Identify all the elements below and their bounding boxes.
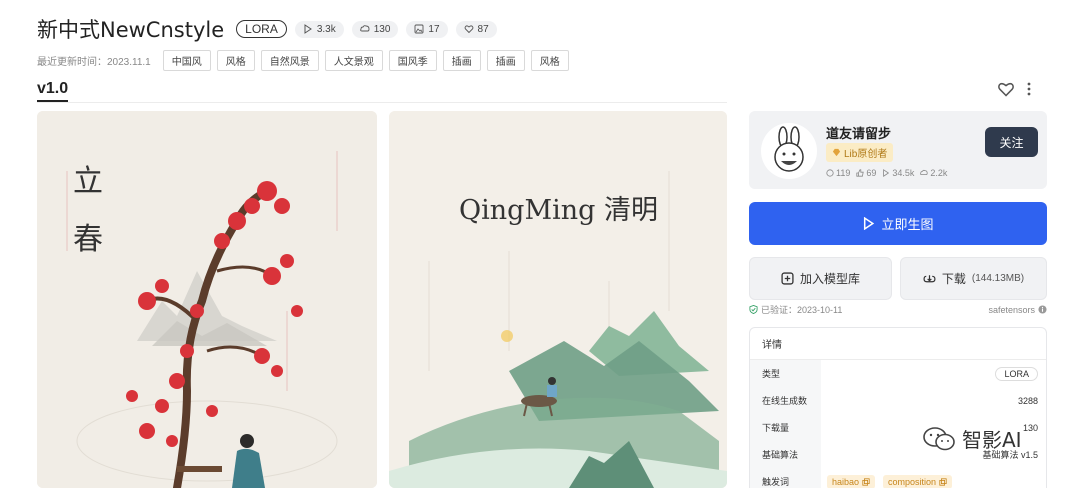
add-square-icon <box>781 272 794 285</box>
shield-check-icon <box>749 305 758 314</box>
detail-value: LORA <box>821 360 1046 387</box>
stat-downloads: 130 <box>351 20 399 38</box>
cloud-download-icon <box>920 169 929 175</box>
detail-key: 类型 <box>750 360 821 387</box>
rabbit-avatar-icon <box>774 126 804 172</box>
add-to-library-label: 加入模型库 <box>799 272 860 286</box>
divider <box>37 102 727 103</box>
author-stat-downloads: 2.2k <box>920 168 947 178</box>
title-row: 新中式NewCnstyle LORA 3.3k 130 17 87 <box>37 14 497 44</box>
more-menu-icon[interactable] <box>1026 81 1032 97</box>
version-tab[interactable]: v1.0 <box>37 80 69 102</box>
download-label: 下载 <box>941 272 966 286</box>
author-stat-models-value: 119 <box>836 168 851 178</box>
qingming-illustration: QingMing 清明 <box>389 111 727 488</box>
qingming-title: QingMing 清明 <box>459 195 658 226</box>
author-stats: 119 69 34.5k 2.2k <box>826 168 947 178</box>
heart-icon <box>464 25 473 34</box>
detail-key: 在线生成数 <box>750 387 821 414</box>
meta-row: 最近更新时间：2023.11.1 中国风 风格 自然风景 人文景观 国风季 插画… <box>37 50 569 71</box>
author-stat-likes-value: 69 <box>866 168 877 178</box>
stat-runs: 3.3k <box>294 20 344 38</box>
file-format: safetensors <box>988 303 1047 316</box>
cloud-download-icon <box>359 25 370 32</box>
trigger-words: haibao composition <box>821 468 1046 488</box>
detail-key: 触发词 <box>750 468 821 488</box>
trigger-word[interactable]: haibao <box>827 474 876 488</box>
lichun-char-1: 立 <box>73 164 103 199</box>
stat-likes: 87 <box>455 20 497 38</box>
copy-icon[interactable] <box>939 477 947 486</box>
author-stat-models: 119 <box>826 168 850 178</box>
creator-badge: Lib原创者 <box>826 143 894 162</box>
detail-row-online-gen: 在线生成数 3288 <box>750 387 1046 414</box>
model-icon <box>826 169 834 177</box>
follow-button[interactable]: 关注 <box>985 127 1038 157</box>
lichun-char-2: 春 <box>73 222 103 257</box>
stat-images: 17 <box>406 20 448 38</box>
type-pill: LORA <box>995 366 1038 381</box>
model-title: 新中式NewCnstyle <box>37 18 225 42</box>
trigger-word-label: composition <box>888 476 937 487</box>
stat-runs-value: 3.3k <box>316 23 336 35</box>
author-stat-runs: 34.5k <box>882 168 914 178</box>
trigger-word[interactable]: composition <box>883 474 953 488</box>
stat-downloads-value: 130 <box>373 23 391 35</box>
verified-status: 已验证：2023-10-11 <box>749 303 842 316</box>
detail-value: 3288 <box>1017 395 1038 406</box>
download-size: (144.13MB) <box>971 273 1025 284</box>
detail-key: 下载量 <box>750 414 821 441</box>
play-icon <box>883 169 890 177</box>
diamond-icon <box>832 148 841 157</box>
wechat-icon <box>923 426 955 450</box>
tag[interactable]: 中国风 <box>162 50 211 71</box>
tag[interactable]: 国风季 <box>388 50 437 71</box>
author-name[interactable]: 道友请留步 <box>826 123 891 142</box>
details-header: 详情 <box>750 328 1046 360</box>
add-to-library-button[interactable]: 加入模型库 <box>749 257 892 300</box>
image-icon <box>414 24 424 34</box>
tag[interactable]: 插画 <box>486 50 525 71</box>
file-format-label: safetensors <box>988 304 1035 315</box>
tag[interactable]: 风格 <box>530 50 569 71</box>
watermark: 智影AI <box>922 424 1022 453</box>
stat-likes-value: 87 <box>477 23 489 35</box>
stat-images-value: 17 <box>428 23 440 35</box>
download-icon <box>923 275 936 283</box>
detail-row-type: 类型 LORA <box>750 360 1046 387</box>
play-icon <box>304 24 312 34</box>
details-panel: 详情 类型 LORA 在线生成数 3288 下载量 130 基础算法 基础算法 … <box>749 327 1047 488</box>
watermark-text: 智影AI <box>962 428 1022 452</box>
thumbs-up-icon <box>856 169 865 177</box>
tag[interactable]: 人文景观 <box>324 50 383 71</box>
author-stat-downloads-value: 2.2k <box>930 168 948 178</box>
trigger-word-label: haibao <box>832 476 860 487</box>
favorite-heart-icon[interactable] <box>997 80 1015 98</box>
avatar[interactable] <box>761 123 817 179</box>
detail-key: 基础算法 <box>750 441 821 468</box>
lichun-illustration: 立 春 <box>37 111 377 488</box>
verify-row: 已验证：2023-10-11 safetensors <box>749 303 1047 316</box>
model-type-badge: LORA <box>236 20 287 38</box>
tag[interactable]: 风格 <box>216 50 255 71</box>
download-button[interactable]: 下载 (144.13MB) <box>900 257 1047 300</box>
copy-icon[interactable] <box>862 477 870 486</box>
detail-row-triggers: 触发词 haibao composition <box>750 468 1046 488</box>
generate-button[interactable]: 立即生图 <box>749 202 1047 245</box>
update-time: 最近更新时间：2023.11.1 <box>37 57 151 68</box>
info-icon[interactable] <box>1038 305 1047 314</box>
play-icon <box>864 217 875 230</box>
generate-label: 立即生图 <box>881 217 934 232</box>
tag[interactable]: 插画 <box>442 50 481 71</box>
creator-badge-label: Lib原创者 <box>844 149 888 160</box>
author-stat-likes: 69 <box>856 168 876 178</box>
verified-label: 已验证：2023-10-11 <box>761 305 843 315</box>
gallery-image-qingming[interactable]: QingMing 清明 <box>389 111 727 488</box>
author-stat-runs-value: 34.5k <box>892 168 915 178</box>
tag[interactable]: 自然风景 <box>260 50 319 71</box>
author-card: 道友请留步 Lib原创者 119 69 34.5k 2.2k 关注 <box>749 111 1047 189</box>
gallery-image-lichun[interactable]: 立 春 <box>37 111 377 488</box>
